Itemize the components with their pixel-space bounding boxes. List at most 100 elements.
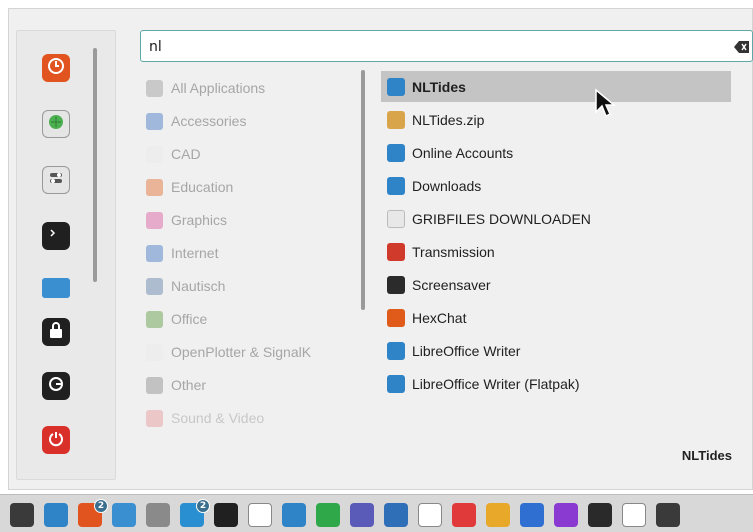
taskbar-whatsapp-button[interactable] bbox=[316, 503, 340, 527]
downloads-folder-icon bbox=[387, 176, 405, 195]
online-accounts-icon bbox=[387, 143, 405, 162]
taskbar-app-orange-button[interactable] bbox=[588, 503, 612, 527]
category-label: Accessories bbox=[171, 113, 247, 129]
favorite-terminal[interactable] bbox=[42, 222, 70, 250]
taskbar-show-desktop-button[interactable] bbox=[44, 503, 68, 527]
accessories-icon bbox=[146, 112, 163, 130]
logout-icon bbox=[47, 375, 65, 397]
taskbar-chrome-button[interactable] bbox=[486, 503, 510, 527]
app-result-label: HexChat bbox=[412, 309, 467, 326]
taskbar-vivaldi-button[interactable] bbox=[452, 503, 476, 527]
search-input[interactable] bbox=[149, 37, 709, 57]
favorite-shutdown[interactable] bbox=[42, 426, 70, 454]
app-result-item[interactable]: Online Accounts bbox=[381, 137, 731, 168]
app-result-item[interactable]: NLTides bbox=[381, 71, 731, 102]
taskbar-bluetooth-button[interactable] bbox=[520, 503, 544, 527]
category-label: CAD bbox=[171, 146, 201, 162]
favorite-files[interactable] bbox=[42, 278, 70, 298]
software-manager-icon bbox=[47, 113, 65, 135]
nltides-icon bbox=[387, 77, 405, 96]
nautisch-icon bbox=[146, 277, 163, 295]
category-item[interactable]: Education bbox=[146, 176, 233, 198]
app-result-label: GRIBFILES DOWNLOADEN bbox=[412, 210, 591, 227]
category-item[interactable]: OpenPlotter & SignalK bbox=[146, 341, 311, 363]
mouse-cursor-icon bbox=[594, 88, 618, 122]
cad-icon bbox=[146, 145, 163, 163]
app-result-label: Online Accounts bbox=[412, 144, 514, 161]
category-item[interactable]: Sound & Video bbox=[146, 407, 264, 429]
taskbar-menu-button[interactable] bbox=[10, 503, 34, 527]
education-icon bbox=[146, 178, 163, 196]
category-item[interactable]: Other bbox=[146, 374, 206, 396]
window-count-badge: 2 bbox=[196, 499, 210, 513]
app-result-item[interactable]: Transmission bbox=[381, 236, 731, 267]
category-item[interactable]: All Applications bbox=[146, 77, 265, 99]
terminal-icon bbox=[47, 225, 65, 247]
screensaver-icon bbox=[387, 275, 405, 294]
category-label: Education bbox=[171, 179, 234, 195]
favorites-panel bbox=[16, 30, 116, 480]
taskbar-search-button[interactable] bbox=[146, 503, 170, 527]
category-item[interactable]: Nautisch bbox=[146, 275, 225, 297]
taskbar-files-button[interactable] bbox=[112, 503, 136, 527]
gribfiles-icon bbox=[387, 209, 405, 228]
taskbar-firefox-button[interactable]: 2 bbox=[78, 499, 108, 527]
window-count-badge: 2 bbox=[94, 499, 108, 513]
favorite-logout[interactable] bbox=[42, 372, 70, 400]
taskbar-opencpn-button[interactable]: 2 bbox=[180, 499, 210, 527]
taskbar-x-button[interactable] bbox=[418, 503, 442, 527]
app-result-label: Downloads bbox=[412, 177, 482, 194]
app-result-item[interactable]: Screensaver bbox=[381, 269, 731, 300]
category-item[interactable]: CAD bbox=[146, 143, 201, 165]
favorite-firefox[interactable] bbox=[42, 54, 70, 82]
app-result-item[interactable]: LibreOffice Writer bbox=[381, 335, 731, 366]
category-item[interactable]: Office bbox=[146, 308, 207, 330]
app-result-label: Screensaver bbox=[412, 276, 491, 293]
other-icon bbox=[146, 376, 163, 394]
settings-icon bbox=[47, 169, 65, 191]
app-result-label: NLTides bbox=[412, 78, 466, 95]
category-label: Graphics bbox=[171, 212, 228, 228]
taskbar-network-button[interactable] bbox=[350, 503, 374, 527]
app-result-item[interactable]: LibreOffice Writer (Flatpak) bbox=[381, 368, 731, 399]
taskbar-crosshair-button[interactable] bbox=[248, 503, 272, 527]
taskbar-xcode-button[interactable] bbox=[622, 503, 646, 527]
graphics-icon bbox=[146, 211, 163, 229]
taskbar-notes-button[interactable] bbox=[282, 503, 306, 527]
taskbar-terminal-button[interactable] bbox=[214, 503, 238, 527]
category-item[interactable]: Internet bbox=[146, 242, 218, 264]
category-label: All Applications bbox=[171, 80, 266, 96]
transmission-icon bbox=[387, 242, 405, 261]
favorite-lock-screen[interactable] bbox=[42, 318, 70, 346]
libreoffice-writer-flatpak-icon bbox=[387, 374, 405, 393]
firefox-icon bbox=[47, 57, 65, 79]
taskbar: 22 bbox=[0, 494, 753, 532]
favorite-software-manager[interactable] bbox=[42, 110, 70, 138]
office-icon bbox=[146, 310, 163, 328]
selected-app-name: NLTides bbox=[681, 448, 732, 463]
favorite-settings[interactable] bbox=[42, 166, 70, 194]
search-box bbox=[140, 30, 753, 62]
taskbar-app-dark-button[interactable] bbox=[656, 503, 680, 527]
categories-scrollbar[interactable] bbox=[361, 70, 365, 310]
app-result-item[interactable]: HexChat bbox=[381, 302, 731, 333]
app-result-label: NLTides.zip bbox=[412, 111, 485, 128]
grid-icon bbox=[146, 79, 163, 97]
sound-video-icon bbox=[146, 409, 163, 427]
app-result-item[interactable]: NLTides.zip bbox=[381, 104, 731, 135]
category-item[interactable]: Graphics bbox=[146, 209, 227, 231]
category-item[interactable]: Accessories bbox=[146, 110, 246, 132]
app-result-item[interactable]: GRIBFILES DOWNLOADEN bbox=[381, 203, 731, 234]
category-label: Nautisch bbox=[171, 278, 226, 294]
zip-icon bbox=[387, 110, 405, 129]
category-label: Sound & Video bbox=[171, 410, 265, 426]
taskbar-vnc-button[interactable] bbox=[384, 503, 408, 527]
favorites-scrollbar[interactable] bbox=[93, 48, 97, 282]
app-result-item[interactable]: Downloads bbox=[381, 170, 731, 201]
lock-icon bbox=[48, 321, 64, 343]
clear-search-icon[interactable] bbox=[734, 39, 750, 53]
shutdown-icon bbox=[47, 429, 65, 451]
app-result-label: LibreOffice Writer bbox=[412, 342, 521, 359]
taskbar-firefox-dev-button[interactable] bbox=[554, 503, 578, 527]
libreoffice-writer-icon bbox=[387, 341, 405, 360]
